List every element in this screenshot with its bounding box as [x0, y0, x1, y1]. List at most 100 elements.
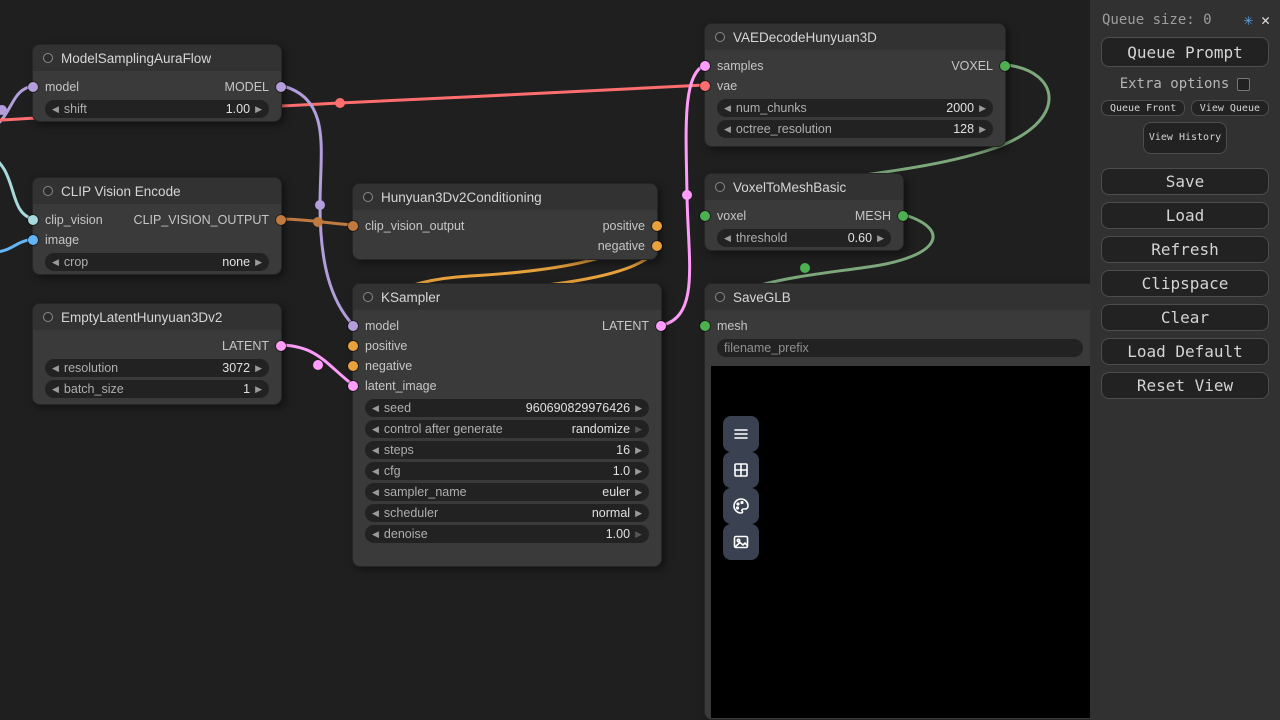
- output-port-model[interactable]: [276, 82, 286, 92]
- decrease-arrow-icon[interactable]: [724, 229, 731, 247]
- node-title-bar[interactable]: VAEDecodeHunyuan3D: [705, 24, 1005, 50]
- increase-arrow-icon[interactable]: [635, 399, 642, 417]
- input-port-clip-vision-output[interactable]: [348, 221, 358, 231]
- node-canvas[interactable]: ModelSamplingAuraFlow model MODEL shift …: [0, 0, 1280, 720]
- clear-button[interactable]: Clear: [1101, 304, 1269, 331]
- node-save-glb[interactable]: SaveGLB mesh filename_prefix: [704, 283, 1096, 720]
- queue-front-button[interactable]: Queue Front: [1101, 100, 1185, 116]
- widget-crop[interactable]: crop none: [45, 253, 269, 271]
- node-clip-vision-encode[interactable]: CLIP Vision Encode clip_vision CLIP_VISI…: [32, 177, 282, 275]
- widget-scheduler[interactable]: scheduler normal: [365, 504, 649, 522]
- node-title-bar[interactable]: Hunyuan3Dv2Conditioning: [353, 184, 657, 210]
- 3d-mesh-viewport[interactable]: [711, 366, 1091, 718]
- increase-arrow-icon[interactable]: [255, 380, 262, 398]
- collapse-dot-icon[interactable]: [715, 32, 725, 42]
- collapse-dot-icon[interactable]: [363, 292, 373, 302]
- increase-arrow-icon[interactable]: [635, 441, 642, 459]
- decrease-arrow-icon[interactable]: [724, 120, 731, 138]
- extra-options-checkbox[interactable]: [1237, 78, 1250, 91]
- widget-resolution[interactable]: resolution 3072: [45, 359, 269, 377]
- node-vae-decode-hunyuan3d[interactable]: VAEDecodeHunyuan3D samples VOXEL vae num…: [704, 23, 1006, 147]
- image-export-button[interactable]: [723, 524, 759, 560]
- input-port-samples[interactable]: [700, 61, 710, 71]
- node-model-sampling-auraflow[interactable]: ModelSamplingAuraFlow model MODEL shift …: [32, 44, 282, 122]
- output-port-clip-vision-output[interactable]: [276, 215, 286, 225]
- decrease-arrow-icon[interactable]: [372, 504, 379, 522]
- widget-shift[interactable]: shift 1.00: [45, 100, 269, 118]
- input-port-voxel[interactable]: [700, 211, 710, 221]
- output-port-voxel[interactable]: [1000, 61, 1010, 71]
- node-hunyuan3dv2-conditioning[interactable]: Hunyuan3Dv2Conditioning clip_vision_outp…: [352, 183, 658, 260]
- output-port-negative[interactable]: [652, 241, 662, 251]
- decrease-arrow-icon[interactable]: [372, 441, 379, 459]
- collapse-dot-icon[interactable]: [363, 192, 373, 202]
- widget-num-chunks[interactable]: num_chunks 2000: [717, 99, 993, 117]
- collapse-dot-icon[interactable]: [43, 53, 53, 63]
- node-title-bar[interactable]: EmptyLatentHunyuan3Dv2: [33, 304, 281, 330]
- increase-arrow-icon[interactable]: [635, 525, 642, 543]
- increase-arrow-icon[interactable]: [635, 504, 642, 522]
- load-default-button[interactable]: Load Default: [1101, 338, 1269, 365]
- collapse-dot-icon[interactable]: [715, 182, 725, 192]
- node-title-bar[interactable]: ModelSamplingAuraFlow: [33, 45, 281, 71]
- widget-batch-size[interactable]: batch_size 1: [45, 380, 269, 398]
- input-port-latent-image[interactable]: [348, 381, 358, 391]
- output-port-positive[interactable]: [652, 221, 662, 231]
- increase-arrow-icon[interactable]: [255, 100, 262, 118]
- input-port-mesh[interactable]: [700, 321, 710, 331]
- node-title-bar[interactable]: KSampler: [353, 284, 661, 310]
- settings-gear-icon[interactable]: ✳: [1243, 10, 1253, 29]
- queue-prompt-button[interactable]: Queue Prompt: [1101, 37, 1269, 67]
- widget-seed[interactable]: seed 960690829976426: [365, 399, 649, 417]
- decrease-arrow-icon[interactable]: [372, 420, 379, 438]
- increase-arrow-icon[interactable]: [255, 359, 262, 377]
- input-port-negative[interactable]: [348, 361, 358, 371]
- increase-arrow-icon[interactable]: [979, 120, 986, 138]
- widget-sampler-name[interactable]: sampler_name euler: [365, 483, 649, 501]
- widget-octree-resolution[interactable]: octree_resolution 128: [717, 120, 993, 138]
- node-title-bar[interactable]: CLIP Vision Encode: [33, 178, 281, 204]
- output-port-latent[interactable]: [656, 321, 666, 331]
- increase-arrow-icon[interactable]: [635, 420, 642, 438]
- increase-arrow-icon[interactable]: [877, 229, 884, 247]
- refresh-button[interactable]: Refresh: [1101, 236, 1269, 263]
- material-button[interactable]: [723, 488, 759, 524]
- decrease-arrow-icon[interactable]: [372, 462, 379, 480]
- increase-arrow-icon[interactable]: [635, 483, 642, 501]
- decrease-arrow-icon[interactable]: [52, 380, 59, 398]
- collapse-dot-icon[interactable]: [715, 292, 725, 302]
- increase-arrow-icon[interactable]: [979, 99, 986, 117]
- widget-control-after-generate[interactable]: control after generate randomize: [365, 420, 649, 438]
- widget-denoise[interactable]: denoise 1.00: [365, 525, 649, 543]
- grid-view-button[interactable]: [723, 452, 759, 488]
- input-port-model[interactable]: [348, 321, 358, 331]
- output-port-mesh[interactable]: [898, 211, 908, 221]
- menu-button[interactable]: [723, 416, 759, 452]
- decrease-arrow-icon[interactable]: [372, 525, 379, 543]
- decrease-arrow-icon[interactable]: [372, 483, 379, 501]
- widget-cfg[interactable]: cfg 1.0: [365, 462, 649, 480]
- reset-view-button[interactable]: Reset View: [1101, 372, 1269, 399]
- save-button[interactable]: Save: [1101, 168, 1269, 195]
- node-ksampler[interactable]: KSampler model LATENT positive negative …: [352, 283, 662, 567]
- decrease-arrow-icon[interactable]: [372, 399, 379, 417]
- load-button[interactable]: Load: [1101, 202, 1269, 229]
- increase-arrow-icon[interactable]: [255, 253, 262, 271]
- input-port-positive[interactable]: [348, 341, 358, 351]
- decrease-arrow-icon[interactable]: [52, 100, 59, 118]
- collapse-dot-icon[interactable]: [43, 186, 53, 196]
- widget-filename-prefix[interactable]: filename_prefix: [717, 339, 1083, 357]
- decrease-arrow-icon[interactable]: [52, 359, 59, 377]
- decrease-arrow-icon[interactable]: [724, 99, 731, 117]
- decrease-arrow-icon[interactable]: [52, 253, 59, 271]
- node-voxel-to-mesh-basic[interactable]: VoxelToMeshBasic voxel MESH threshold 0.…: [704, 173, 904, 251]
- view-queue-button[interactable]: View Queue: [1191, 100, 1269, 116]
- node-title-bar[interactable]: SaveGLB: [705, 284, 1095, 310]
- input-port-clip-vision[interactable]: [28, 215, 38, 225]
- view-history-button[interactable]: View History: [1143, 122, 1227, 154]
- input-port-model[interactable]: [28, 82, 38, 92]
- node-title-bar[interactable]: VoxelToMeshBasic: [705, 174, 903, 200]
- output-port-latent[interactable]: [276, 341, 286, 351]
- node-empty-latent-hunyuan3dv2[interactable]: EmptyLatentHunyuan3Dv2 LATENT resolution…: [32, 303, 282, 405]
- close-icon[interactable]: ✕: [1261, 11, 1270, 29]
